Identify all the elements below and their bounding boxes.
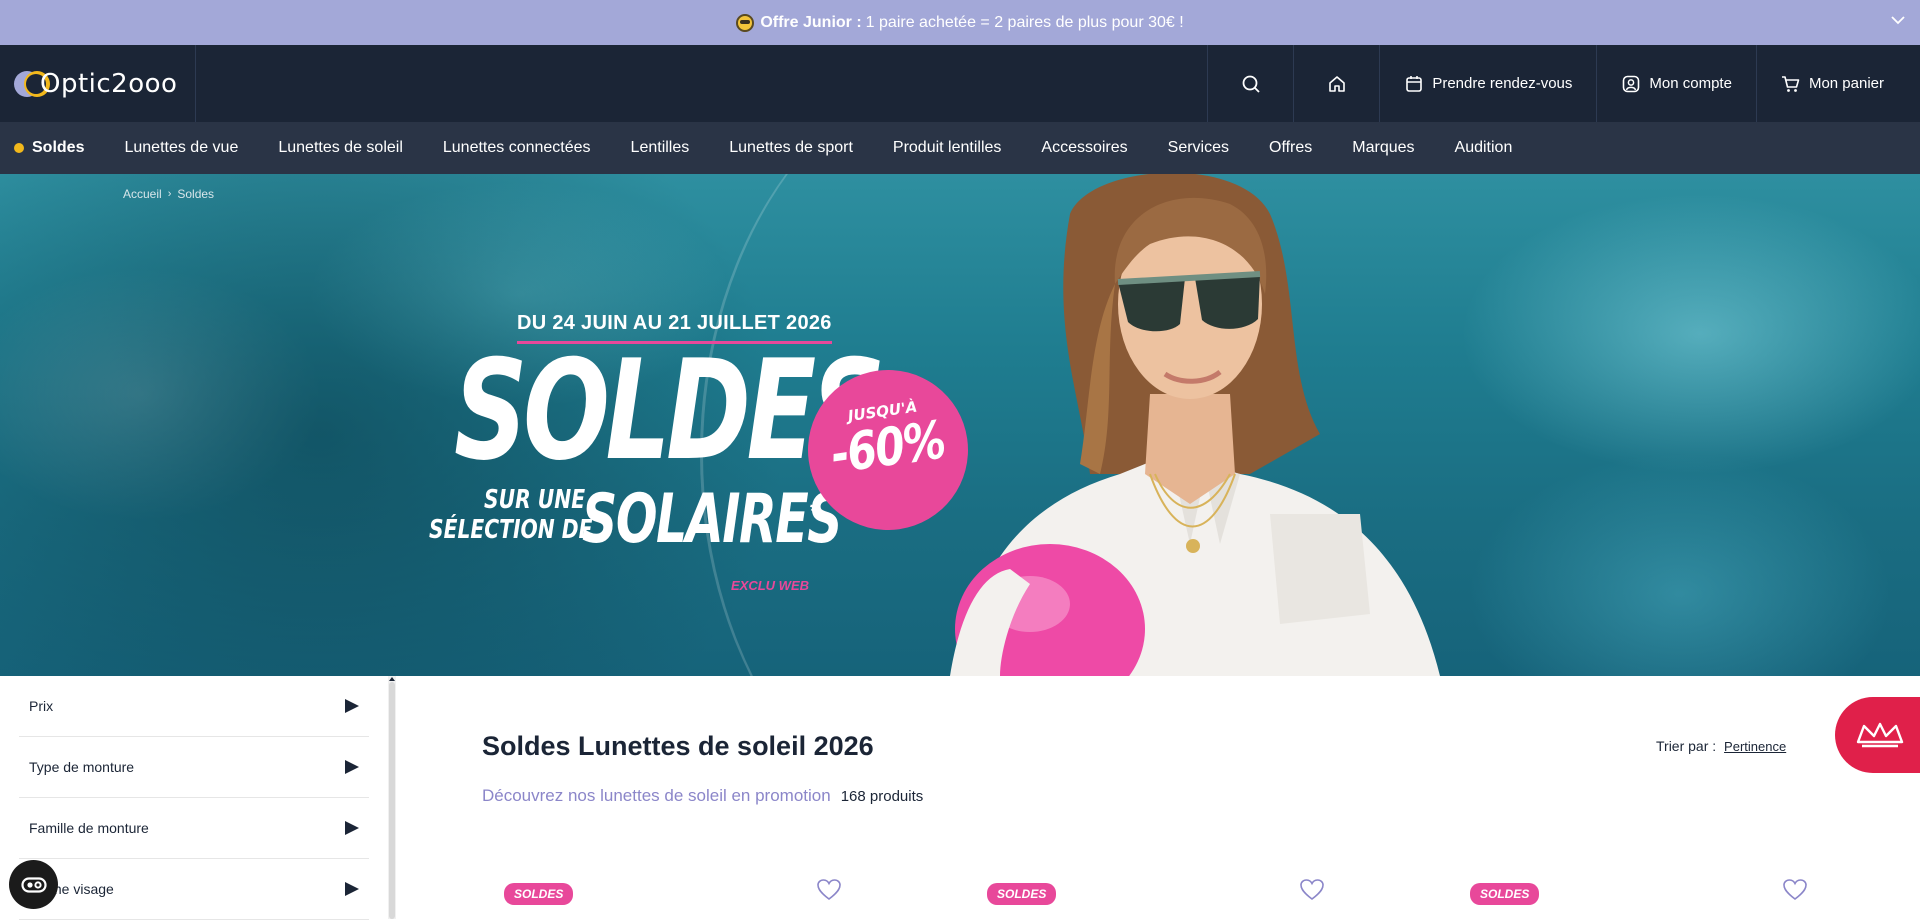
page-subtitle: Découvrez nos lunettes de soleil en prom…	[482, 786, 831, 805]
sort-value[interactable]: Pertinence	[1724, 739, 1786, 754]
active-dot-icon	[14, 143, 24, 153]
promo-text: 1 paire achetée = 2 paires de plus pour …	[865, 13, 1184, 31]
logo[interactable]: Optic2ooo	[0, 45, 196, 122]
appointment-button[interactable]: Prendre rendez-vous	[1379, 45, 1596, 122]
hero-exclu-web: EXCLU WEB	[731, 578, 809, 593]
nav-label: Offres	[1269, 139, 1313, 156]
expand-triangle-icon	[345, 882, 359, 896]
home-icon	[1329, 75, 1345, 92]
filter-label: Famille de monture	[29, 820, 149, 836]
cart-button[interactable]: Mon panier	[1755, 45, 1920, 122]
product-listing: Soldes Lunettes de soleil 2026 Découvrez…	[396, 676, 1920, 919]
cart-label: Mon panier	[1808, 75, 1884, 92]
expand-triangle-icon	[345, 821, 359, 835]
sort-control[interactable]: Trier par : Pertinence	[1656, 738, 1786, 754]
filter-label: Prix	[29, 698, 54, 714]
cart-icon	[1781, 75, 1800, 92]
search-icon	[1242, 75, 1260, 93]
heart-icon[interactable]	[816, 878, 842, 902]
nav-label: Lentilles	[630, 139, 690, 156]
chevron-right-icon: ›	[167, 188, 172, 200]
nav-item-lunettes-de-soleil[interactable]: Lunettes de soleil	[278, 139, 403, 157]
nav-label: Lunettes de vue	[124, 139, 239, 156]
search-button[interactable]	[1207, 45, 1293, 122]
nav-item-produit-lentilles[interactable]: Produit lentilles	[893, 139, 1002, 157]
nav-item-lentilles[interactable]: Lentilles	[631, 139, 690, 157]
product-count: 168 produits	[840, 788, 924, 805]
loyalty-floating-button[interactable]	[1835, 697, 1920, 773]
filter-forme-visage[interactable]: Forme visage	[19, 859, 369, 920]
nav-label: Soldes	[32, 139, 85, 156]
breadcrumb-home[interactable]: Accueil	[123, 187, 162, 201]
crown-icon	[1856, 722, 1904, 748]
hero-sub-solaires: SOLAIRES	[582, 480, 843, 559]
nav-item-lunettes-connectees[interactable]: Lunettes connectées	[443, 139, 591, 157]
nav-item-marques[interactable]: Marques	[1352, 139, 1414, 157]
nav-label: Audition	[1454, 139, 1513, 156]
expand-triangle-icon	[345, 760, 359, 774]
soldes-tag: SOLDES	[504, 883, 574, 905]
nav-item-soldes[interactable]: Soldes	[14, 139, 84, 157]
store-button[interactable]	[1293, 45, 1379, 122]
sort-label: Trier par :	[1656, 738, 1717, 754]
nav-label: Services	[1167, 139, 1229, 156]
promo-title: Offre Junior :	[760, 13, 862, 31]
expand-triangle-icon	[345, 699, 359, 713]
accessibility-button[interactable]	[9, 860, 58, 909]
nav-item-services[interactable]: Services	[1168, 139, 1229, 157]
nav-item-audition[interactable]: Audition	[1455, 139, 1513, 157]
sunglasses-emoji-icon	[736, 13, 755, 32]
account-button[interactable]: Mon compte	[1596, 45, 1756, 122]
heart-icon[interactable]	[1782, 878, 1808, 902]
breadcrumb: Accueil › Soldes	[123, 187, 214, 201]
product-card[interactable]: SOLDES	[1470, 871, 1807, 919]
accessibility-icon	[20, 876, 47, 893]
nav-item-accessoires[interactable]: Accessoires	[1041, 139, 1127, 157]
soldes-tag: SOLDES	[1470, 883, 1540, 905]
nav-label: Marques	[1352, 139, 1415, 156]
soldes-tag: SOLDES	[987, 883, 1057, 905]
product-card[interactable]: SOLDES	[987, 871, 1324, 919]
promo-bar[interactable]: Offre Junior : 1 paire achetée = 2 paire…	[0, 0, 1920, 45]
hero-sub-line2: SÉLECTION DE	[429, 515, 593, 545]
filter-type-de-monture[interactable]: Type de monture	[19, 737, 369, 798]
page-subtitle-row: Découvrez nos lunettes de soleil en prom…	[482, 786, 923, 806]
filter-label: Type de monture	[29, 759, 135, 775]
filter-sidebar: Prix Type de monture Famille de monture …	[0, 676, 396, 920]
page-title: Soldes Lunettes de soleil 2026	[482, 731, 874, 761]
hero-asterisk: *	[810, 498, 820, 525]
filter-prix[interactable]: Prix	[19, 676, 369, 737]
account-label: Mon compte	[1649, 75, 1732, 92]
nav-item-lunettes-de-vue[interactable]: Lunettes de vue	[124, 139, 238, 157]
nav-item-offres[interactable]: Offres	[1269, 139, 1312, 157]
site-header: Optic2ooo Prendre rendez-vous Mon compte…	[0, 45, 1920, 122]
hero-sub-line1: SUR UNE	[484, 485, 586, 515]
main-nav: Soldes Lunettes de vue Lunettes de solei…	[0, 122, 1920, 174]
model-photo	[950, 174, 1440, 676]
scrollbar-thumb[interactable]	[389, 682, 395, 919]
logo-text: Optic2ooo	[40, 68, 178, 99]
nav-label: Accessoires	[1041, 139, 1128, 156]
product-card[interactable]: SOLDES	[504, 871, 841, 919]
sidebar-scrollbar[interactable]	[388, 676, 396, 919]
badge-percentage: -60%	[827, 410, 948, 486]
calendar-icon	[1406, 75, 1423, 92]
appointment-label: Prendre rendez-vous	[1432, 75, 1573, 92]
heart-icon[interactable]	[1299, 878, 1325, 902]
nav-item-lunettes-de-sport[interactable]: Lunettes de sport	[729, 139, 853, 157]
chevron-down-icon[interactable]	[1890, 12, 1906, 28]
breadcrumb-current: Soldes	[177, 187, 215, 201]
filter-famille-de-monture[interactable]: Famille de monture	[19, 798, 369, 859]
nav-label: Lunettes de soleil	[278, 139, 403, 156]
hero-banner[interactable]: Accueil › Soldes DU 24 JUIN AU 21 JUILLE…	[0, 174, 1920, 676]
nav-label: Lunettes de sport	[729, 139, 853, 156]
nav-label: Produit lentilles	[892, 139, 1002, 156]
scroll-up-arrow-icon[interactable]	[388, 676, 396, 682]
nav-label: Lunettes connectées	[442, 139, 591, 156]
user-icon	[1623, 75, 1640, 92]
